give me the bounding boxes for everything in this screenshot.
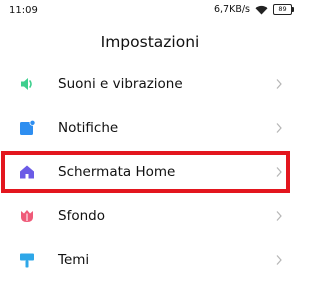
settings-item-wallpaper[interactable]: Sfondo: [0, 194, 300, 238]
settings-item-label: Suoni e vibrazione: [58, 76, 183, 92]
chevron-right-icon: [275, 78, 283, 90]
page-title: Impostazioni: [100, 33, 200, 51]
chevron-right-icon: [275, 210, 283, 222]
chevron-right-icon: [275, 122, 283, 134]
settings-item-themes[interactable]: Temi: [0, 238, 300, 282]
settings-item-label: Sfondo: [58, 208, 105, 224]
paint-roller-icon: [18, 251, 36, 269]
status-indicators: 6,7KB/s 89: [213, 4, 294, 15]
status-time: 11:09: [9, 5, 38, 16]
chevron-right-icon: [275, 254, 283, 266]
settings-item-label: Notifiche: [58, 120, 119, 136]
speaker-icon: [18, 75, 36, 93]
status-bar: 11:09 6,7KB/s 89: [0, 0, 300, 22]
chevron-right-icon: [275, 166, 283, 178]
tulip-icon: [18, 207, 36, 225]
settings-item-label: Schermata Home: [58, 164, 176, 180]
wifi-icon: [255, 5, 268, 15]
settings-item-notifications[interactable]: Notifiche: [0, 106, 300, 150]
settings-list: Suoni e vibrazione Notifiche Schermata H…: [0, 62, 300, 282]
notification-icon: [18, 119, 36, 137]
settings-item-home-screen[interactable]: Schermata Home: [0, 150, 300, 194]
settings-item-sound[interactable]: Suoni e vibrazione: [0, 62, 300, 106]
settings-item-label: Temi: [58, 252, 90, 268]
battery-icon: 89: [273, 4, 294, 15]
home-icon: [18, 163, 36, 181]
network-speed: 6,7KB/s: [213, 4, 250, 15]
